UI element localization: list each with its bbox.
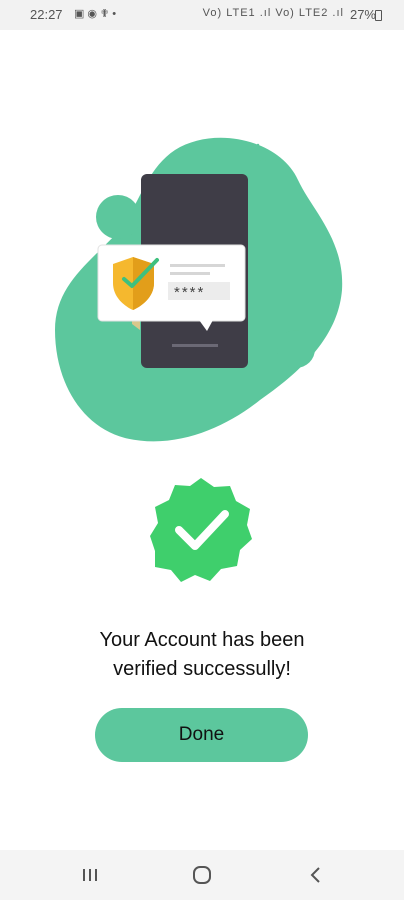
- security-illustration: ****: [55, 137, 343, 442]
- recent-apps-button[interactable]: [60, 850, 120, 900]
- recent-apps-icon: [83, 869, 97, 881]
- message-line-1: Your Account has been: [99, 629, 305, 651]
- image-icon: ▣: [74, 8, 88, 20]
- back-icon: [310, 867, 320, 883]
- pin-code: ****: [174, 284, 205, 301]
- message-line-2: verified successully!: [113, 658, 291, 680]
- home-button[interactable]: [172, 850, 232, 900]
- tool-icon: ✟: [100, 8, 113, 20]
- navigation-bar: [0, 850, 404, 900]
- back-button[interactable]: [286, 850, 346, 900]
- notification-icon: ◉: [87, 8, 101, 20]
- verified-check-icon: [150, 478, 252, 582]
- home-icon: [193, 866, 211, 884]
- verification-message: Your Account has been verified successul…: [40, 626, 364, 684]
- status-left-icons: ▣◉✟•: [74, 7, 119, 20]
- small-blob-left: [96, 195, 140, 239]
- battery-level: 27%: [349, 7, 376, 22]
- done-button[interactable]: Done: [95, 708, 308, 762]
- status-time: 22:27: [30, 7, 63, 22]
- battery-icon: [375, 10, 382, 21]
- status-bar: 22:27 ▣◉✟• Vo) LTE1 .ıl Vo) LTE2 .ıl 27%: [0, 0, 404, 30]
- dot-icon: •: [112, 8, 120, 20]
- small-blob-right: [277, 330, 315, 368]
- password-card: ****: [97, 244, 246, 331]
- network-icons: Vo) LTE1 .ıl Vo) LTE2 .ıl: [202, 7, 344, 19]
